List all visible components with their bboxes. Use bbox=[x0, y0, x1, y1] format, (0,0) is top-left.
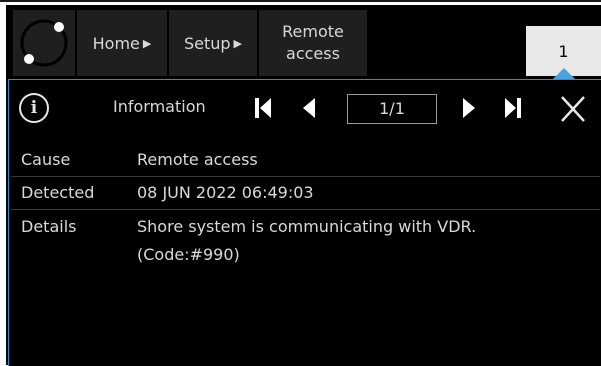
main-menu-button[interactable] bbox=[13, 10, 75, 76]
logo-ring-icon bbox=[20, 19, 68, 67]
cause-value: Remote access bbox=[137, 150, 258, 169]
details-line2: (Code:#990) bbox=[137, 245, 240, 264]
detected-label: Detected bbox=[21, 183, 95, 202]
info-icon: i bbox=[19, 93, 49, 123]
top-rule bbox=[0, 0, 601, 2]
detected-value: 08 JUN 2022 06:49:03 bbox=[137, 183, 314, 202]
breadcrumb-remote-access[interactable]: Remote access bbox=[259, 10, 367, 76]
page-indicator: 1/1 bbox=[347, 94, 437, 124]
last-page-button[interactable] bbox=[496, 93, 530, 123]
window-frame: Home ▶ Setup ▶ Remote access 1 i Informa… bbox=[0, 0, 601, 366]
prev-page-icon bbox=[303, 98, 315, 118]
last-page-icon bbox=[505, 98, 521, 118]
first-page-icon bbox=[255, 98, 271, 118]
next-page-button[interactable] bbox=[452, 93, 486, 123]
close-icon bbox=[561, 96, 585, 122]
divider bbox=[11, 209, 600, 210]
panel-title: Information bbox=[113, 97, 206, 116]
chevron-right-icon: ▶ bbox=[142, 36, 152, 50]
breadcrumb-remote-line2: access bbox=[286, 44, 340, 63]
chevron-right-icon: ▶ bbox=[233, 36, 243, 50]
close-button[interactable] bbox=[556, 93, 590, 125]
screen: Home ▶ Setup ▶ Remote access 1 i Informa… bbox=[6, 5, 601, 366]
details-label: Details bbox=[21, 217, 77, 236]
details-value: Shore system is communicating with VDR. … bbox=[137, 215, 577, 267]
breadcrumb-home-label: Home bbox=[92, 33, 140, 53]
first-page-button[interactable] bbox=[246, 93, 280, 123]
alert-tab-label: 1 bbox=[558, 41, 569, 61]
cause-label: Cause bbox=[21, 150, 71, 169]
prev-page-button[interactable] bbox=[292, 93, 326, 123]
details-line1: Shore system is communicating with VDR. bbox=[137, 217, 477, 236]
breadcrumb-setup-label: Setup bbox=[183, 33, 231, 53]
information-panel: i Information 1/1 Cause Remote access De… bbox=[8, 79, 601, 366]
breadcrumb-home[interactable]: Home ▶ bbox=[77, 10, 167, 76]
breadcrumb-setup[interactable]: Setup ▶ bbox=[169, 10, 257, 76]
next-page-icon bbox=[463, 98, 475, 118]
breadcrumb-remote-line1: Remote bbox=[282, 22, 344, 41]
divider bbox=[11, 176, 600, 177]
